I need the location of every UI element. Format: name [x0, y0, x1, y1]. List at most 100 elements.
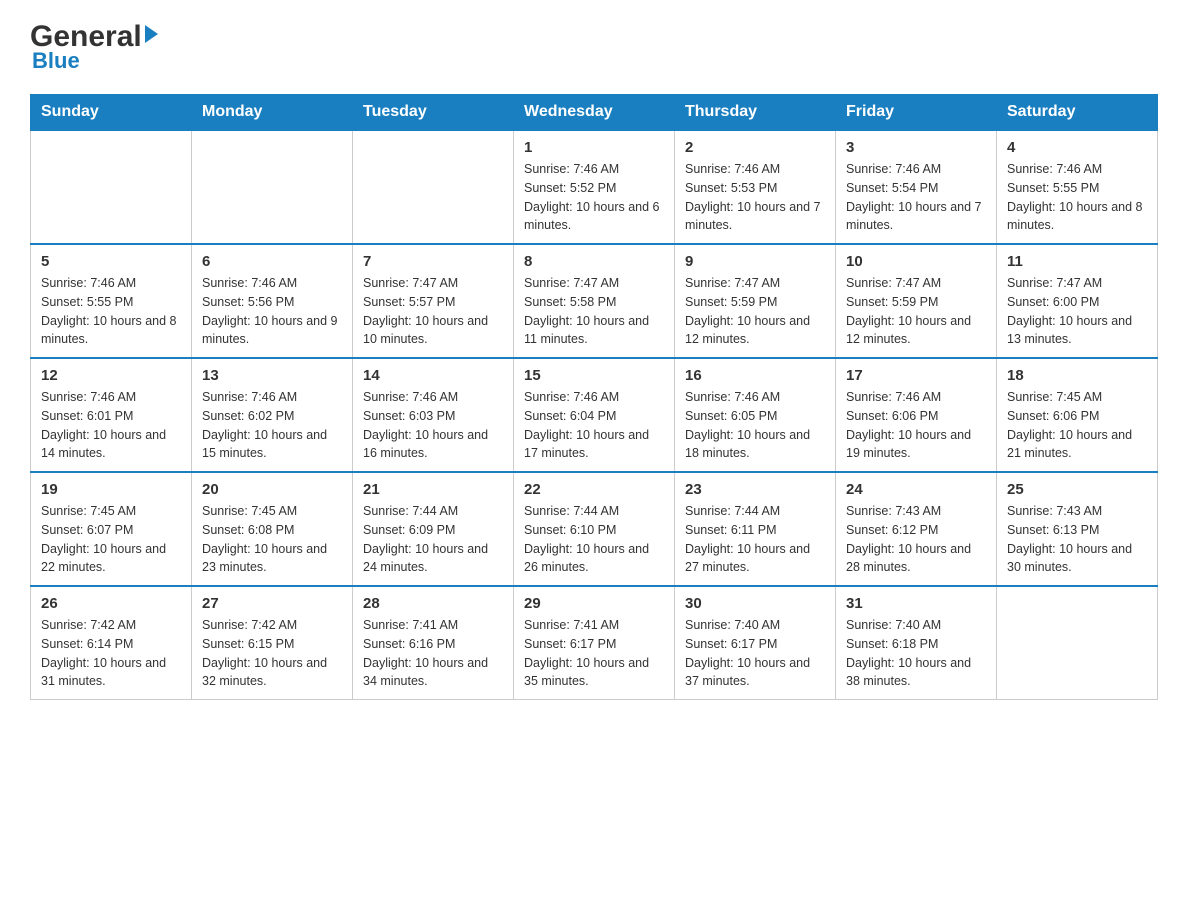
day-number: 20 [202, 481, 342, 498]
day-number: 6 [202, 253, 342, 270]
calendar-cell: 22 Sunrise: 7:44 AM Sunset: 6:10 PM Dayli… [514, 472, 675, 586]
day-info: Sunrise: 7:45 AM Sunset: 6:08 PM Dayligh… [202, 502, 342, 577]
day-info: Sunrise: 7:44 AM Sunset: 6:10 PM Dayligh… [524, 502, 664, 577]
day-info: Sunrise: 7:46 AM Sunset: 6:05 PM Dayligh… [685, 388, 825, 463]
calendar-cell: 28Sunrise: 7:41 AM Sunset: 6:16 PM Dayli… [353, 586, 514, 700]
day-info: Sunrise: 7:46 AM Sunset: 6:03 PM Dayligh… [363, 388, 503, 463]
day-info: Sunrise: 7:47 AM Sunset: 6:00 PM Dayligh… [1007, 274, 1147, 349]
calendar-cell: 30Sunrise: 7:40 AM Sunset: 6:17 PM Dayli… [675, 586, 836, 700]
calendar-cell: 9 Sunrise: 7:47 AM Sunset: 5:59 PM Daylig… [675, 244, 836, 358]
calendar-cell: 6 Sunrise: 7:46 AM Sunset: 5:56 PM Daylig… [192, 244, 353, 358]
calendar-cell: 12Sunrise: 7:46 AM Sunset: 6:01 PM Dayli… [31, 358, 192, 472]
day-number: 9 [685, 253, 825, 270]
day-info: Sunrise: 7:46 AM Sunset: 6:06 PM Dayligh… [846, 388, 986, 463]
day-header-wednesday: Wednesday [514, 95, 675, 131]
day-header-monday: Monday [192, 95, 353, 131]
calendar-week-1: 1Sunrise: 7:46 AM Sunset: 5:52 PM Daylig… [31, 130, 1158, 244]
calendar-cell: 18 Sunrise: 7:45 AM Sunset: 6:06 PM Dayli… [997, 358, 1158, 472]
day-info: Sunrise: 7:41 AM Sunset: 6:16 PM Dayligh… [363, 616, 503, 691]
day-number: 19 [41, 481, 181, 498]
day-number: 24 [846, 481, 986, 498]
day-info: Sunrise: 7:47 AM Sunset: 5:59 PM Dayligh… [685, 274, 825, 349]
day-number: 21 [363, 481, 503, 498]
calendar-table: SundayMondayTuesdayWednesdayThursdayFrid… [30, 94, 1158, 700]
calendar-cell: 27Sunrise: 7:42 AM Sunset: 6:15 PM Dayli… [192, 586, 353, 700]
calendar-cell: 5 Sunrise: 7:46 AM Sunset: 5:55 PM Daylig… [31, 244, 192, 358]
day-info: Sunrise: 7:46 AM Sunset: 5:54 PM Dayligh… [846, 160, 986, 235]
day-info: Sunrise: 7:42 AM Sunset: 6:15 PM Dayligh… [202, 616, 342, 691]
day-info: Sunrise: 7:40 AM Sunset: 6:17 PM Dayligh… [685, 616, 825, 691]
day-header-thursday: Thursday [675, 95, 836, 131]
calendar-cell: 19 Sunrise: 7:45 AM Sunset: 6:07 PM Dayli… [31, 472, 192, 586]
day-info: Sunrise: 7:43 AM Sunset: 6:13 PM Dayligh… [1007, 502, 1147, 577]
calendar-cell: 25 Sunrise: 7:43 AM Sunset: 6:13 PM Dayli… [997, 472, 1158, 586]
day-info: Sunrise: 7:46 AM Sunset: 5:56 PM Dayligh… [202, 274, 342, 349]
calendar-cell [997, 586, 1158, 700]
calendar-cell: 26Sunrise: 7:42 AM Sunset: 6:14 PM Dayli… [31, 586, 192, 700]
calendar-cell: 1Sunrise: 7:46 AM Sunset: 5:52 PM Daylig… [514, 130, 675, 244]
calendar-cell [31, 130, 192, 244]
calendar-cell: 10 Sunrise: 7:47 AM Sunset: 5:59 PM Dayli… [836, 244, 997, 358]
calendar-cell: 24 Sunrise: 7:43 AM Sunset: 6:12 PM Dayli… [836, 472, 997, 586]
day-number: 5 [41, 253, 181, 270]
day-info: Sunrise: 7:46 AM Sunset: 6:04 PM Dayligh… [524, 388, 664, 463]
calendar-cell [192, 130, 353, 244]
calendar-week-5: 26Sunrise: 7:42 AM Sunset: 6:14 PM Dayli… [31, 586, 1158, 700]
calendar-cell: 29Sunrise: 7:41 AM Sunset: 6:17 PM Dayli… [514, 586, 675, 700]
day-info: Sunrise: 7:45 AM Sunset: 6:06 PM Dayligh… [1007, 388, 1147, 463]
calendar-cell: 20 Sunrise: 7:45 AM Sunset: 6:08 PM Dayli… [192, 472, 353, 586]
day-header-friday: Friday [836, 95, 997, 131]
day-info: Sunrise: 7:46 AM Sunset: 5:53 PM Dayligh… [685, 160, 825, 235]
day-number: 3 [846, 139, 986, 156]
day-number: 12 [41, 367, 181, 384]
day-number: 1 [524, 139, 664, 156]
day-number: 4 [1007, 139, 1147, 156]
day-number: 23 [685, 481, 825, 498]
day-number: 18 [1007, 367, 1147, 384]
day-number: 17 [846, 367, 986, 384]
calendar-cell: 2 Sunrise: 7:46 AM Sunset: 5:53 PM Daylig… [675, 130, 836, 244]
day-info: Sunrise: 7:47 AM Sunset: 5:59 PM Dayligh… [846, 274, 986, 349]
day-info: Sunrise: 7:46 AM Sunset: 6:02 PM Dayligh… [202, 388, 342, 463]
calendar-week-3: 12Sunrise: 7:46 AM Sunset: 6:01 PM Dayli… [31, 358, 1158, 472]
day-number: 16 [685, 367, 825, 384]
day-number: 10 [846, 253, 986, 270]
day-info: Sunrise: 7:47 AM Sunset: 5:57 PM Dayligh… [363, 274, 503, 349]
day-info: Sunrise: 7:42 AM Sunset: 6:14 PM Dayligh… [41, 616, 181, 691]
calendar-cell: 21 Sunrise: 7:44 AM Sunset: 6:09 PM Dayli… [353, 472, 514, 586]
calendar-cell: 31Sunrise: 7:40 AM Sunset: 6:18 PM Dayli… [836, 586, 997, 700]
logo-text-blue: Blue [32, 48, 80, 73]
day-number: 2 [685, 139, 825, 156]
day-info: Sunrise: 7:43 AM Sunset: 6:12 PM Dayligh… [846, 502, 986, 577]
calendar-cell: 4 Sunrise: 7:46 AM Sunset: 5:55 PM Daylig… [997, 130, 1158, 244]
day-info: Sunrise: 7:44 AM Sunset: 6:09 PM Dayligh… [363, 502, 503, 577]
day-info: Sunrise: 7:44 AM Sunset: 6:11 PM Dayligh… [685, 502, 825, 577]
day-number: 15 [524, 367, 664, 384]
calendar-cell: 3 Sunrise: 7:46 AM Sunset: 5:54 PM Daylig… [836, 130, 997, 244]
calendar-cell: 16 Sunrise: 7:46 AM Sunset: 6:05 PM Dayli… [675, 358, 836, 472]
day-number: 8 [524, 253, 664, 270]
day-info: Sunrise: 7:45 AM Sunset: 6:07 PM Dayligh… [41, 502, 181, 577]
calendar-cell: 13Sunrise: 7:46 AM Sunset: 6:02 PM Dayli… [192, 358, 353, 472]
day-number: 31 [846, 595, 986, 612]
calendar-week-2: 5 Sunrise: 7:46 AM Sunset: 5:55 PM Daylig… [31, 244, 1158, 358]
calendar-cell: 8 Sunrise: 7:47 AM Sunset: 5:58 PM Daylig… [514, 244, 675, 358]
logo: General Blue [30, 20, 158, 74]
calendar-header: SundayMondayTuesdayWednesdayThursdayFrid… [31, 95, 1158, 131]
calendar-cell: 17 Sunrise: 7:46 AM Sunset: 6:06 PM Dayli… [836, 358, 997, 472]
day-info: Sunrise: 7:46 AM Sunset: 5:55 PM Dayligh… [1007, 160, 1147, 235]
day-number: 7 [363, 253, 503, 270]
day-number: 22 [524, 481, 664, 498]
day-number: 11 [1007, 253, 1147, 270]
calendar-cell: 11 Sunrise: 7:47 AM Sunset: 6:00 PM Dayli… [997, 244, 1158, 358]
day-info: Sunrise: 7:47 AM Sunset: 5:58 PM Dayligh… [524, 274, 664, 349]
calendar-cell [353, 130, 514, 244]
calendar-body: 1Sunrise: 7:46 AM Sunset: 5:52 PM Daylig… [31, 130, 1158, 700]
page-header: General Blue [30, 20, 1158, 74]
day-number: 25 [1007, 481, 1147, 498]
day-header-saturday: Saturday [997, 95, 1158, 131]
day-info: Sunrise: 7:46 AM Sunset: 5:55 PM Dayligh… [41, 274, 181, 349]
day-header-tuesday: Tuesday [353, 95, 514, 131]
calendar-cell: 14Sunrise: 7:46 AM Sunset: 6:03 PM Dayli… [353, 358, 514, 472]
day-header-sunday: Sunday [31, 95, 192, 131]
